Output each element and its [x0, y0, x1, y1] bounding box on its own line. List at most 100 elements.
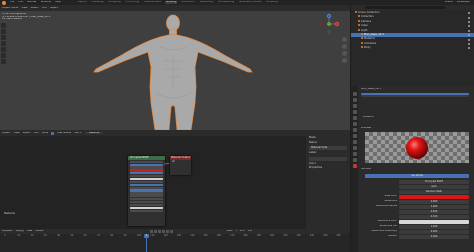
menu-render[interactable]: Render	[27, 1, 36, 4]
tool-tab-icon[interactable]	[352, 92, 357, 96]
timeline[interactable]: Playback Keying View Marker Start 1 End …	[0, 229, 350, 252]
field-value[interactable]: 0.000	[399, 200, 469, 204]
visibility-eye-icon[interactable]	[468, 25, 470, 28]
tab-rendering[interactable]: Rendering	[199, 1, 214, 4]
visibility-eye-icon[interactable]	[468, 16, 470, 19]
material-slot-selected[interactable]	[361, 93, 469, 95]
add-menu[interactable]: Add	[42, 7, 47, 10]
tab-sculpting[interactable]: Sculpting	[107, 1, 121, 4]
field-value[interactable]: 0.000	[399, 235, 469, 239]
properties-panel[interactable]: Properties	[306, 166, 350, 171]
select-menu[interactable]: Select	[31, 7, 39, 10]
visibility-eye-icon[interactable]	[468, 29, 470, 32]
field-value[interactable]	[399, 220, 469, 224]
preview-panel-title[interactable]: Preview	[361, 127, 371, 130]
tab-animation[interactable]: Animation	[180, 1, 195, 4]
distribution-field[interactable]: GGX	[399, 185, 469, 189]
tab-uv-editing[interactable]: UV Editing	[125, 1, 141, 4]
visibility-eye-icon[interactable]	[468, 42, 470, 45]
subsurface-radius-socket[interactable]	[130, 175, 163, 178]
surface-shader-field[interactable]: Principled BSDF	[399, 180, 469, 184]
menu-help[interactable]: Help	[55, 1, 61, 4]
field-value[interactable]: 1.400	[399, 225, 469, 229]
playback-menu[interactable]: Playback	[2, 230, 13, 232]
material-name-field[interactable]: Material	[363, 116, 374, 119]
sheen-socket[interactable]	[130, 195, 163, 198]
node-label-field[interactable]	[309, 156, 347, 161]
visibility-eye-icon[interactable]	[468, 38, 470, 41]
subsurface-socket[interactable]	[130, 172, 163, 175]
field-value[interactable]: 1.000	[399, 205, 469, 209]
slot-dropdown[interactable]: Slot 1	[74, 132, 81, 135]
frame-ruler[interactable]: 0 10 20 30 40 50 60 70 80 90 100 110 120 130 140 150 160…	[0, 234, 350, 239]
specular-tint-socket[interactable]	[130, 186, 163, 189]
blender-logo-icon[interactable]	[2, 0, 6, 5]
view-menu[interactable]: View	[21, 7, 27, 10]
menu-file[interactable]: File	[10, 1, 14, 4]
marker-menu[interactable]: Marker	[35, 230, 43, 232]
transmission-socket[interactable]	[130, 203, 163, 206]
base-color-socket[interactable]	[130, 169, 163, 172]
view-layer-tab-icon[interactable]	[352, 110, 357, 114]
ne-node-menu[interactable]: Node	[42, 132, 49, 135]
tab-compositing[interactable]: Compositing	[217, 1, 235, 4]
constraints-tab-icon[interactable]	[352, 152, 357, 156]
principled-bsdf-node[interactable]: Principled BSDF	[128, 156, 165, 226]
emission-socket[interactable]	[130, 206, 163, 209]
output-target-dropdown[interactable]: All	[170, 160, 191, 163]
ior-socket[interactable]	[130, 200, 163, 204]
scene-selector[interactable]: Scene	[445, 1, 453, 4]
output-tab-icon[interactable]	[352, 104, 357, 108]
visibility-eye-icon[interactable]	[468, 12, 470, 15]
3d-viewport[interactable]: Object Mode View Select Add Object Front…	[0, 5, 350, 130]
material-output-node[interactable]: Material Output All	[170, 156, 191, 175]
visibility-eye-icon[interactable]	[468, 20, 470, 23]
scene-tab-icon[interactable]	[352, 116, 357, 120]
prev-key-icon[interactable]	[154, 230, 157, 233]
tab-texture-paint[interactable]: Texture Paint	[143, 1, 162, 4]
menu-edit[interactable]: Edit	[18, 1, 23, 4]
ne-select-menu[interactable]: Select	[23, 132, 31, 135]
material-tab-icon[interactable]	[352, 164, 357, 168]
field-value[interactable]: 0.100	[399, 215, 469, 219]
physics-tab-icon[interactable]	[352, 146, 357, 150]
alpha-socket[interactable]	[130, 209, 163, 212]
subsurface-color-socket[interactable]	[130, 177, 163, 181]
roughness-socket[interactable]	[130, 189, 163, 192]
keying-menu[interactable]: Keying	[16, 230, 24, 232]
perspective-toggle-icon[interactable]	[342, 58, 347, 63]
node-name-field[interactable]: Material Outp	[309, 146, 347, 151]
camera-view-icon[interactable]	[342, 51, 347, 56]
tab-layout[interactable]: Layout	[77, 1, 88, 4]
use-nodes-checkbox[interactable]	[51, 131, 55, 135]
world-tab-icon[interactable]	[352, 122, 357, 126]
particles-tab-icon[interactable]	[352, 140, 357, 144]
field-value[interactable]: 0.200	[399, 210, 469, 214]
human-model[interactable]	[0, 11, 350, 130]
clearcoat-socket[interactable]	[130, 198, 163, 201]
modifier-tab-icon[interactable]	[352, 134, 357, 138]
visibility-eye-icon[interactable]	[468, 47, 470, 50]
object-dropdown[interactable]: Object	[2, 132, 10, 135]
specular-socket[interactable]	[130, 183, 163, 186]
jump-end-icon[interactable]	[170, 230, 173, 233]
tl-view-menu[interactable]: View	[27, 230, 33, 232]
navigation-gizmo-icon[interactable]: X Z Y	[318, 13, 340, 35]
anisotropic-socket[interactable]	[130, 192, 163, 195]
outliner-search-input[interactable]	[365, 6, 445, 9]
tab-shading[interactable]: Shading	[164, 1, 178, 4]
tab-modeling[interactable]: Modeling	[91, 1, 105, 4]
jump-start-icon[interactable]	[150, 230, 153, 233]
material-selector[interactable]: Material	[84, 131, 104, 135]
outliner-row[interactable]: Body	[351, 46, 474, 50]
tab-scripting[interactable]: Scripting	[265, 1, 279, 4]
shader-node-editor[interactable]: Object View Select Add Node Use Nodes Sl…	[0, 130, 350, 229]
subsurface-method-dropdown[interactable]	[130, 166, 163, 169]
pan-icon[interactable]	[342, 44, 347, 49]
menu-window[interactable]: Window	[41, 1, 51, 4]
object-menu[interactable]: Object	[50, 7, 58, 10]
render-tab-icon[interactable]	[352, 98, 357, 102]
next-key-icon[interactable]	[166, 230, 169, 233]
visibility-eye-icon[interactable]	[468, 34, 470, 37]
surface-panel-title[interactable]: Surface	[361, 168, 371, 171]
